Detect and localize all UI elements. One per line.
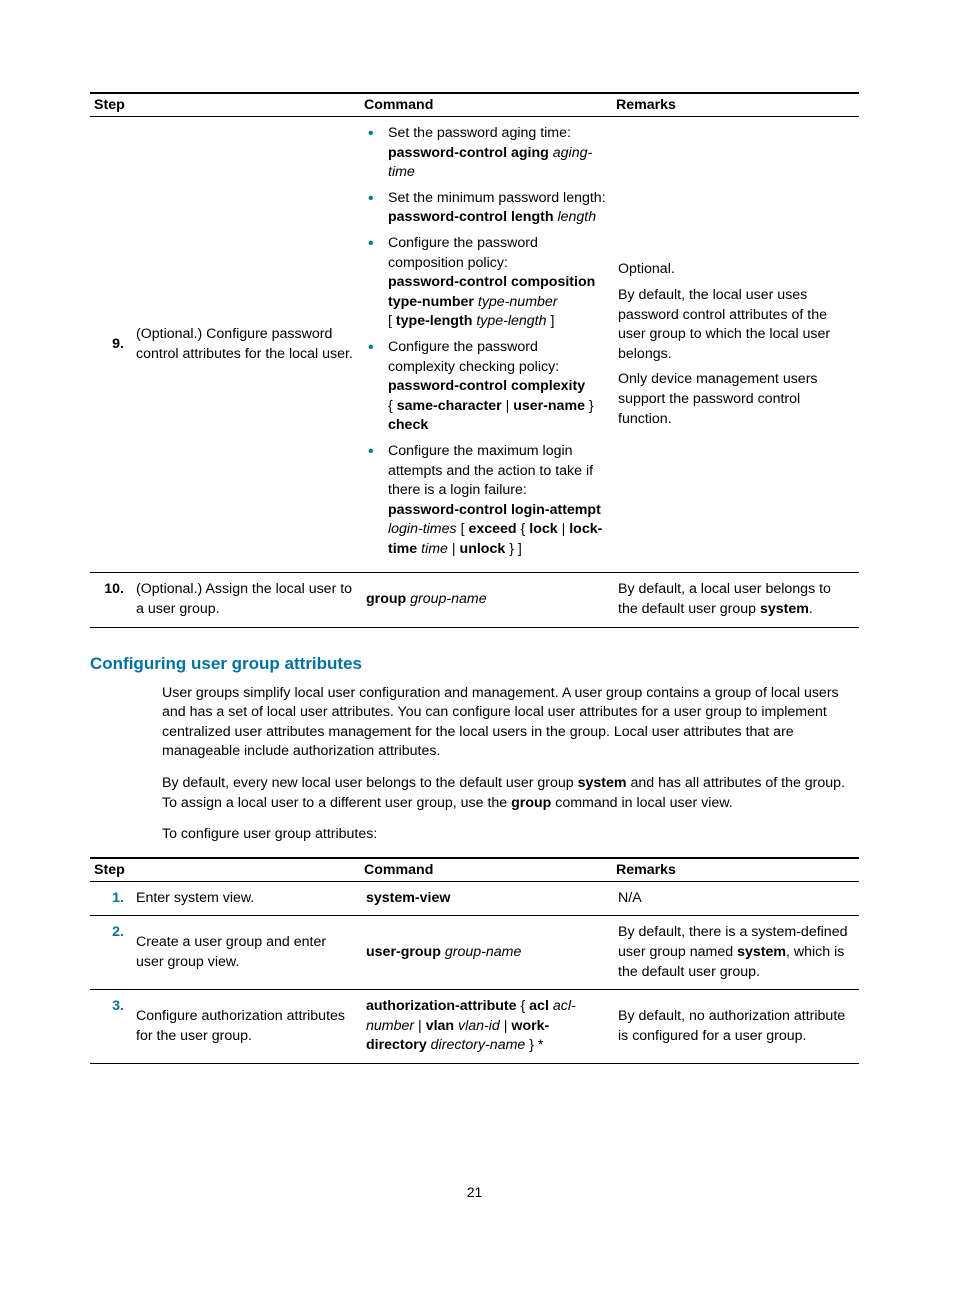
command-cell: user-group group-name xyxy=(360,916,612,990)
step-number: 9. xyxy=(90,117,130,573)
page-number: 21 xyxy=(90,1184,859,1200)
th-command: Command xyxy=(360,858,612,882)
table-row: 2. Create a user group and enter user gr… xyxy=(90,916,859,990)
section-heading: Configuring user group attributes xyxy=(90,654,859,674)
table-row: 1. Enter system view. system-view N/A xyxy=(90,881,859,916)
command-cell: authorization-attribute { acl acl-number… xyxy=(360,990,612,1064)
step-desc: Create a user group and enter user group… xyxy=(130,916,360,990)
th-remarks: Remarks xyxy=(612,93,859,117)
remarks-cell: By default, no authorization attribute i… xyxy=(612,990,859,1064)
th-command: Command xyxy=(360,93,612,117)
step-number: 3. xyxy=(90,990,130,1064)
step-number: 10. xyxy=(90,573,130,627)
cmd-item: Configure the password complexity checki… xyxy=(366,338,606,436)
paragraph: By default, every new local user belongs… xyxy=(162,774,859,813)
cmd-item: Set the minimum password length: passwor… xyxy=(366,189,606,228)
step-desc: (Optional.) Assign the local user to a u… xyxy=(130,573,360,627)
table-2: Step Command Remarks 1. Enter system vie… xyxy=(90,857,859,1064)
table-row: 9. (Optional.) Configure password contro… xyxy=(90,117,859,573)
table-1: Step Command Remarks 9. (Optional.) Conf… xyxy=(90,92,859,628)
paragraph: To configure user group attributes: xyxy=(162,825,859,845)
remarks-cell: Optional. By default, the local user use… xyxy=(612,117,859,573)
step-desc: (Optional.) Configure password control a… xyxy=(130,117,360,573)
remarks-cell: N/A xyxy=(612,881,859,916)
th-step: Step xyxy=(90,93,360,117)
paragraph: User groups simplify local user configur… xyxy=(162,684,859,762)
step-number: 1. xyxy=(90,881,130,916)
remarks-cell: By default, a local user belongs to the … xyxy=(612,573,859,627)
remarks-cell: By default, there is a system-defined us… xyxy=(612,916,859,990)
th-remarks: Remarks xyxy=(612,858,859,882)
table-row: 3. Configure authorization attributes fo… xyxy=(90,990,859,1064)
th-step: Step xyxy=(90,858,360,882)
cmd-item: Configure the maximum login attempts and… xyxy=(366,442,606,560)
command-cell: Set the password aging time: password-co… xyxy=(360,117,612,573)
step-desc: Configure authorization attributes for t… xyxy=(130,990,360,1064)
step-number: 2. xyxy=(90,916,130,990)
cmd-item: Set the password aging time: password-co… xyxy=(366,124,606,183)
cmd-item: Configure the password composition polic… xyxy=(366,234,606,332)
table-row: 10. (Optional.) Assign the local user to… xyxy=(90,573,859,627)
step-desc: Enter system view. xyxy=(130,881,360,916)
command-cell: group group-name xyxy=(360,573,612,627)
command-cell: system-view xyxy=(360,881,612,916)
